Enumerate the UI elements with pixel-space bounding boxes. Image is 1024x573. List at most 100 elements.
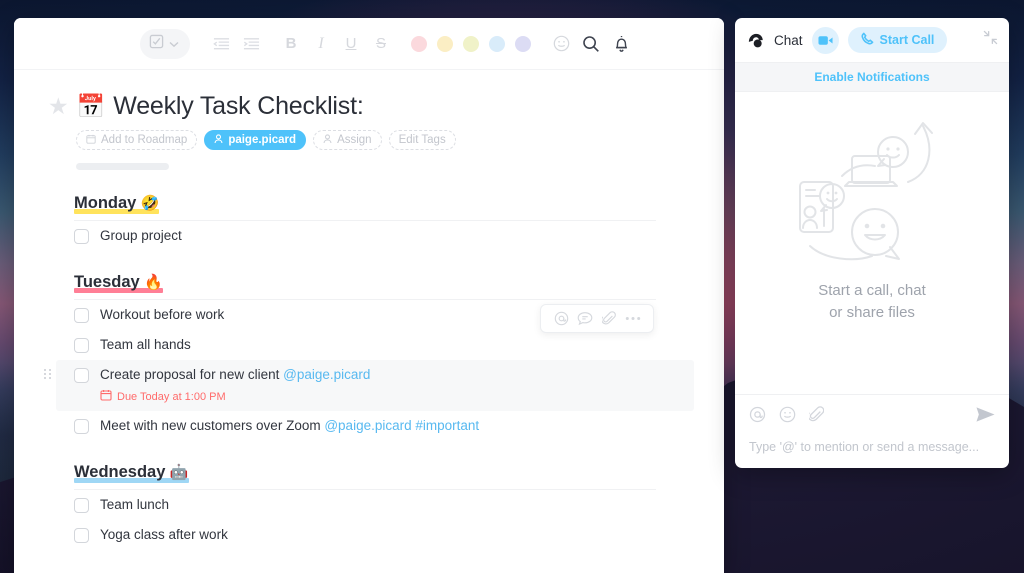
tuesday-emoji-icon: 🔥 [144, 274, 163, 291]
task-mention[interactable]: @paige.picard [283, 367, 370, 382]
document-body: ★ 📅 Weekly Task Checklist: Add to Roadma… [14, 70, 724, 550]
task-row[interactable]: Meet with new customers over Zoom @paige… [44, 411, 694, 441]
task-label: Workout before work [100, 307, 225, 322]
task-checkbox[interactable] [74, 229, 89, 244]
chat-empty-text: Start a call, chat or share files [818, 280, 926, 324]
task-text: Create proposal for new client [100, 367, 280, 382]
at-mention-icon[interactable] [749, 406, 766, 428]
task-checkbox[interactable] [74, 419, 89, 434]
chat-empty-state: Start a call, chat or share files [735, 92, 1009, 394]
calendar-emoji-icon: 📅 [76, 93, 106, 119]
task-checkbox[interactable] [74, 368, 89, 383]
task-label: Team lunch [100, 497, 170, 512]
task-row[interactable]: Team all hands [44, 304, 694, 360]
color-swatch-pink[interactable] [411, 35, 427, 52]
assignee-chip-paige-picard[interactable]: paige.picard [204, 130, 307, 150]
italic-button[interactable]: I [306, 29, 336, 59]
color-swatch-lime[interactable] [463, 35, 479, 52]
more-options-icon[interactable] [622, 309, 644, 328]
task-label: Team all hands [100, 337, 191, 352]
document-toolbar: B I U S [14, 18, 724, 70]
start-call-label: Start Call [879, 33, 935, 47]
search-icon[interactable] [576, 29, 606, 59]
chat-panel: Chat Start Call Enable Notifications Sta… [735, 18, 1009, 468]
add-to-roadmap-label: Add to Roadmap [101, 134, 188, 146]
task-row-selected[interactable]: Create proposal for new client @paige.pi… [44, 360, 694, 411]
task-checkbox[interactable] [74, 498, 89, 513]
document-pill-row: Add to Roadmap paige.picard Assign Edit … [76, 130, 694, 150]
assign-button[interactable]: Assign [313, 130, 382, 150]
collapse-icon[interactable] [983, 30, 998, 50]
chat-empty-line2: or share files [829, 304, 915, 321]
task-text: Meet with new customers over Zoom [100, 418, 321, 433]
monday-emoji-icon: 🤣 [140, 195, 160, 212]
strikethrough-button[interactable]: S [366, 29, 396, 59]
description-placeholder-bar [76, 163, 169, 170]
add-to-roadmap-button[interactable]: Add to Roadmap [76, 130, 198, 150]
chat-panel-header: Chat Start Call [735, 18, 1009, 62]
section-heading-monday-label: Monday [74, 194, 137, 212]
indent-button[interactable] [236, 29, 266, 59]
video-camera-button[interactable] [811, 26, 839, 54]
chevron-down-icon [169, 35, 179, 53]
outdent-button[interactable] [206, 29, 236, 59]
edit-tags-label: Edit Tags [398, 134, 446, 146]
chat-empty-line1: Start a call, chat [818, 282, 926, 299]
person-icon [214, 133, 223, 147]
send-icon[interactable] [976, 406, 995, 428]
desktop-background: B I U S ★ 📅 Weekly Task Checklist: Add t… [0, 0, 1024, 573]
drag-handle-icon[interactable] [44, 369, 52, 379]
roadmap-calendar-icon [86, 134, 96, 147]
comment-icon[interactable] [574, 309, 596, 328]
at-mention-icon[interactable] [550, 309, 572, 328]
chat-panel-title: Chat [774, 32, 803, 48]
task-label: Create proposal for new client @paige.pi… [100, 366, 370, 384]
section-heading-tuesday[interactable]: Tuesday 🔥 [74, 273, 163, 293]
paperclip-icon[interactable] [598, 309, 620, 328]
checklist-icon [149, 34, 164, 54]
task-checkbox[interactable] [74, 528, 89, 543]
smiley-icon[interactable] [779, 406, 796, 428]
task-row[interactable]: Team lunch [44, 490, 694, 520]
start-call-button[interactable]: Start Call [847, 27, 948, 53]
document-window: B I U S ★ 📅 Weekly Task Checklist: Add t… [14, 18, 724, 573]
page-title[interactable]: Weekly Task Checklist: [113, 92, 364, 121]
task-label: Yoga class after work [100, 527, 228, 542]
document-title-row: ★ 📅 Weekly Task Checklist: [48, 92, 694, 121]
section-heading-tuesday-label: Tuesday [74, 273, 140, 291]
bell-icon[interactable] [606, 29, 636, 59]
section-heading-wednesday[interactable]: Wednesday 🤖 [74, 463, 189, 483]
bold-button[interactable]: B [276, 29, 306, 59]
clickup-logo-icon [746, 31, 765, 50]
color-swatch-purple[interactable] [515, 35, 531, 52]
chat-composer: Type '@' to mention or send a message... [735, 394, 1009, 468]
paperclip-icon[interactable] [807, 406, 825, 428]
task-due-label: Due Today at 1:00 PM [117, 390, 226, 403]
task-row[interactable]: Group project [44, 221, 694, 251]
enable-notifications-link[interactable]: Enable Notifications [735, 62, 1009, 92]
assignee-chip-label: paige.picard [228, 134, 297, 146]
checklist-type-button[interactable] [140, 28, 190, 59]
wednesday-emoji-icon: 🤖 [169, 464, 189, 481]
color-swatch-yellow[interactable] [437, 35, 453, 52]
task-checkbox[interactable] [74, 308, 89, 323]
task-label: Group project [100, 228, 182, 243]
task-row[interactable]: Yoga class after work [44, 520, 694, 550]
star-icon[interactable]: ★ [48, 95, 69, 118]
underline-button[interactable]: U [336, 29, 366, 59]
task-label: Meet with new customers over Zoom @paige… [100, 417, 479, 435]
task-mention[interactable]: @paige.picard [324, 418, 411, 433]
task-tag[interactable]: #important [415, 418, 479, 433]
section-heading-monday[interactable]: Monday 🤣 [74, 194, 160, 214]
composer-icon-row [749, 406, 995, 428]
smiley-icon[interactable] [546, 29, 576, 59]
task-hover-toolbar [540, 304, 654, 333]
color-swatch-blue[interactable] [489, 35, 505, 52]
phone-icon [861, 32, 874, 48]
task-checkbox[interactable] [74, 338, 89, 353]
chat-message-input[interactable]: Type '@' to mention or send a message... [749, 440, 995, 454]
section-heading-wednesday-label: Wednesday [74, 463, 166, 481]
edit-tags-button[interactable]: Edit Tags [388, 130, 456, 150]
task-due-date[interactable]: Due Today at 1:00 PM [100, 389, 226, 404]
person-icon [323, 133, 332, 147]
